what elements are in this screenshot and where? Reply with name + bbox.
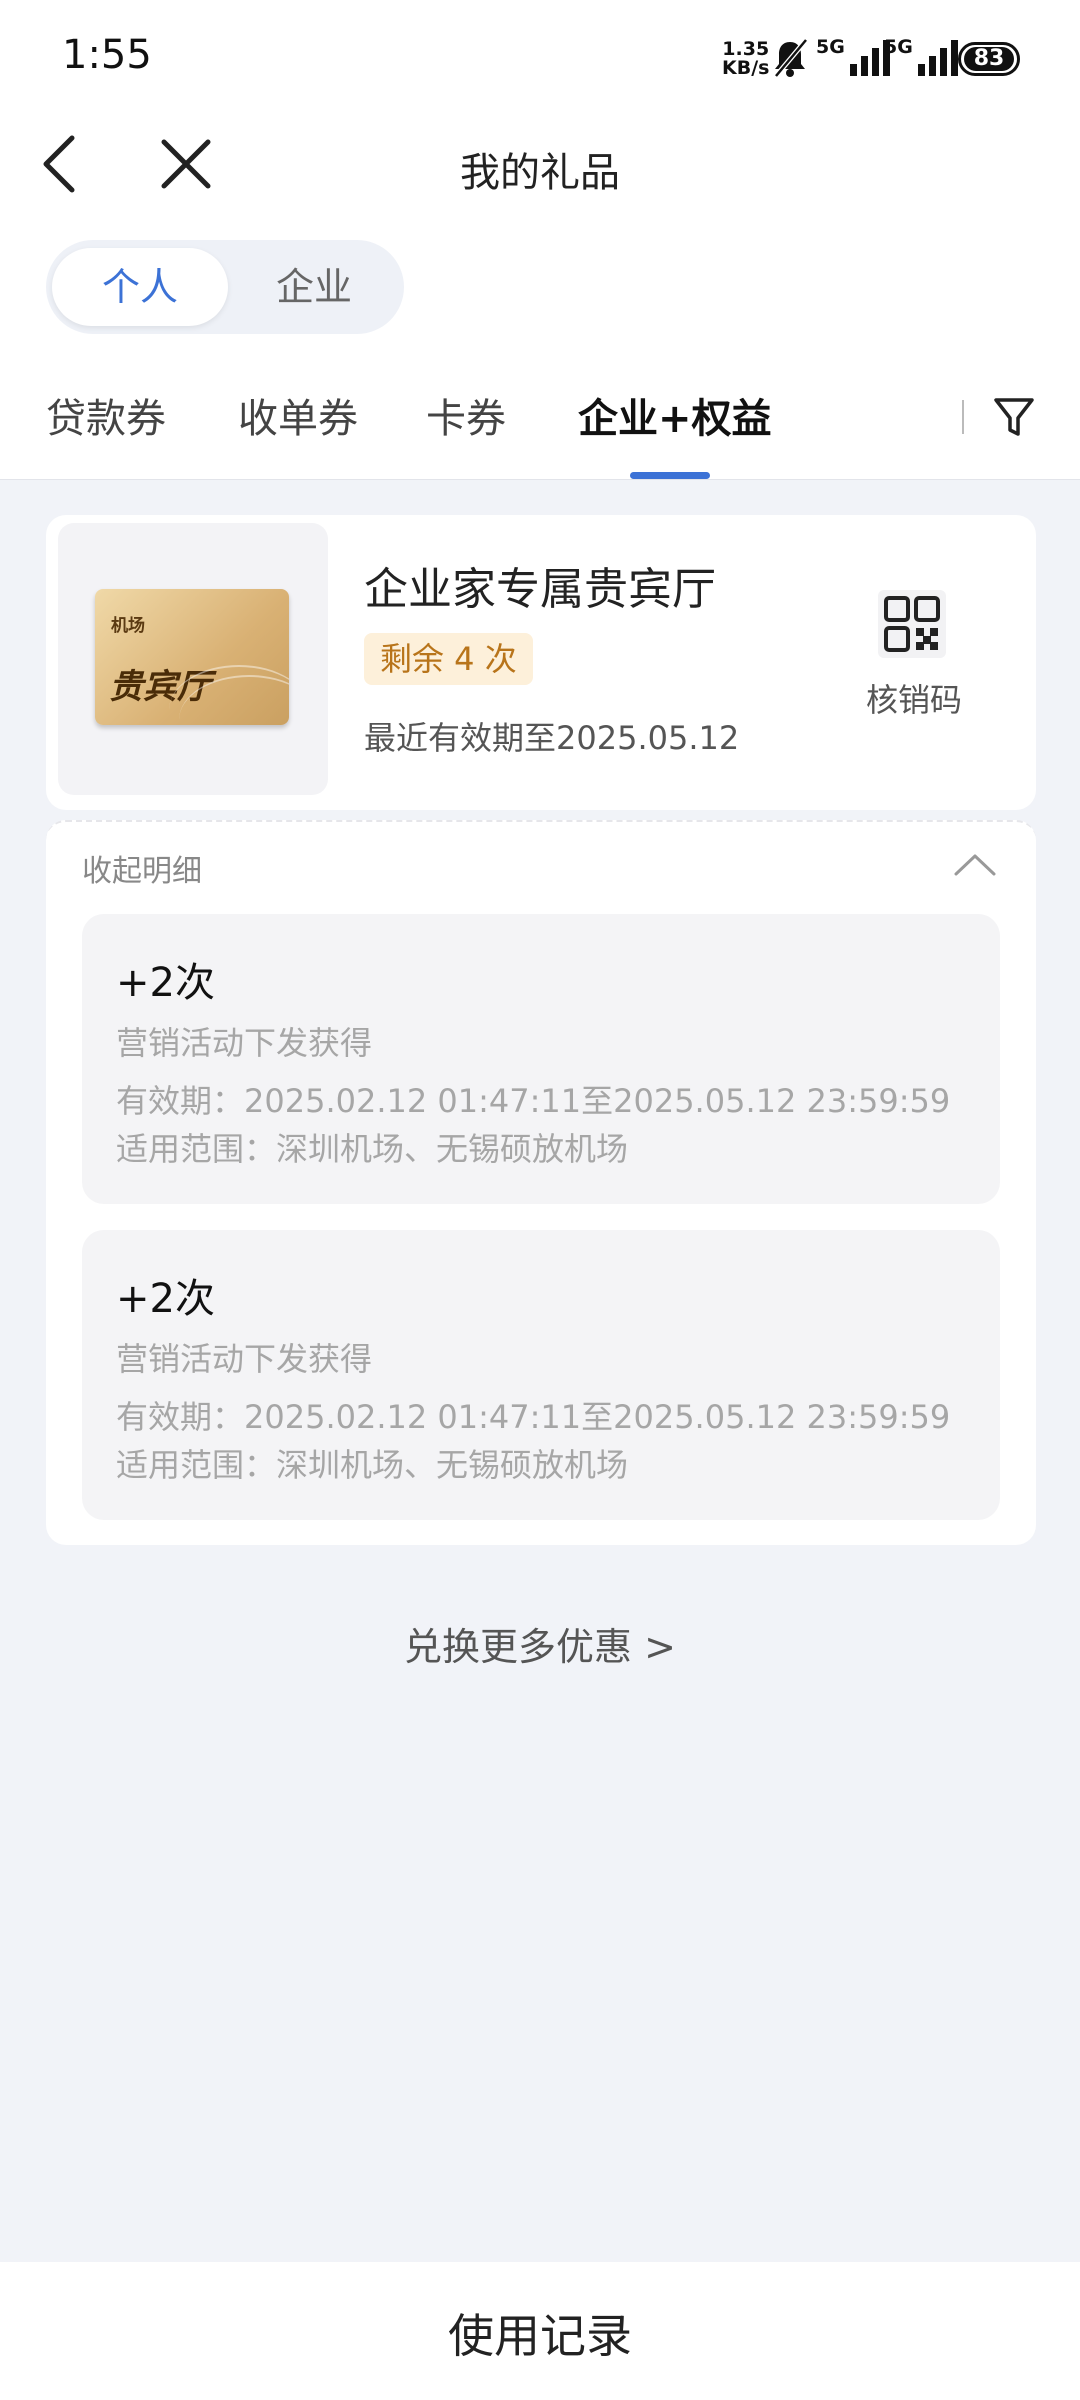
- detail-scope-value: 深圳机场、无锡硕放机场: [276, 1130, 629, 1168]
- tab-divider: [962, 400, 964, 434]
- redeem-more-link[interactable]: 兑换更多优惠 >: [0, 1616, 1080, 1671]
- active-tab-indicator: [630, 472, 710, 479]
- page-title: 我的礼品: [460, 150, 620, 196]
- status-bar: 1:55 1.35 KB/s 5G 5G 83: [0, 0, 1080, 110]
- vip-lounge-ticket-image: 机场 贵宾厅: [95, 589, 289, 725]
- detail-item: +2次 营销活动下发获得 有效期：2025.02.12 01:47:11至202…: [82, 914, 1000, 1204]
- network-speed-unit: KB/s: [722, 57, 770, 79]
- qr-code-icon[interactable]: [878, 590, 946, 658]
- detail-item: +2次 营销活动下发获得 有效期：2025.02.12 01:47:11至202…: [82, 1230, 1000, 1520]
- detail-amount: +2次: [116, 1276, 215, 1322]
- bottom-bar: 使用记录: [0, 2262, 1080, 2400]
- tab-loan-coupon[interactable]: 贷款券: [46, 386, 166, 444]
- detail-amount: +2次: [116, 960, 215, 1006]
- detail-scope: 适用范围：深圳机场、无锡硕放机场: [116, 1440, 628, 1486]
- category-tabs: 贷款券 收单券 卡券 企业+权益: [0, 370, 1080, 480]
- detail-scope-label: 适用范围：: [116, 1446, 277, 1484]
- filter-icon[interactable]: [992, 394, 1036, 440]
- tab-card-coupon[interactable]: 卡券: [426, 386, 506, 444]
- collapse-details-label[interactable]: 收起明细: [82, 846, 202, 890]
- gift-name: 企业家专属贵宾厅: [364, 564, 716, 615]
- remaining-badge: 剩余 4 次: [364, 633, 533, 685]
- status-time: 1:55: [62, 32, 152, 78]
- detail-scope-label: 适用范围：: [116, 1130, 277, 1168]
- battery-level: 83: [964, 47, 1014, 71]
- chevron-up-icon[interactable]: [954, 852, 996, 876]
- usage-record-button[interactable]: 使用记录: [0, 2300, 1080, 2366]
- tab-enterprise-benefits[interactable]: 企业+权益: [578, 386, 772, 444]
- gift-details-panel: 收起明细 +2次 营销活动下发获得 有效期：2025.02.12 01:47:1…: [46, 820, 1036, 1545]
- detail-source: 营销活动下发获得: [116, 1024, 373, 1062]
- gift-card[interactable]: 机场 贵宾厅 企业家专属贵宾厅 剩余 4 次 最近有效期至2025.05.12 …: [46, 515, 1036, 810]
- detail-scope-value: 深圳机场、无锡硕放机场: [276, 1446, 629, 1484]
- detail-period: 有效期：2025.02.12 01:47:11至2025.05.12 23:59…: [116, 1082, 951, 1120]
- gift-thumbnail: 机场 贵宾厅: [58, 523, 328, 795]
- ticket-small-text: 机场: [111, 616, 145, 636]
- detail-scope: 适用范围：深圳机场、无锡硕放机场: [116, 1124, 628, 1170]
- nav-header: 我的礼品: [0, 110, 1080, 220]
- account-type-segment: 个人 企业: [46, 240, 404, 334]
- network-speed: 1.35 KB/s: [722, 40, 769, 78]
- detail-source: 营销活动下发获得: [116, 1340, 373, 1378]
- tab-acquiring-coupon[interactable]: 收单券: [238, 386, 358, 444]
- mute-bell-icon: [774, 38, 808, 78]
- segment-enterprise[interactable]: 企业: [226, 248, 402, 326]
- battery-icon: 83: [958, 42, 1020, 76]
- qr-code-label[interactable]: 核销码: [866, 675, 962, 721]
- segment-personal[interactable]: 个人: [52, 248, 228, 326]
- gift-expiry: 最近有效期至2025.05.12: [364, 719, 740, 757]
- detail-period: 有效期：2025.02.12 01:47:11至2025.05.12 23:59…: [116, 1398, 951, 1436]
